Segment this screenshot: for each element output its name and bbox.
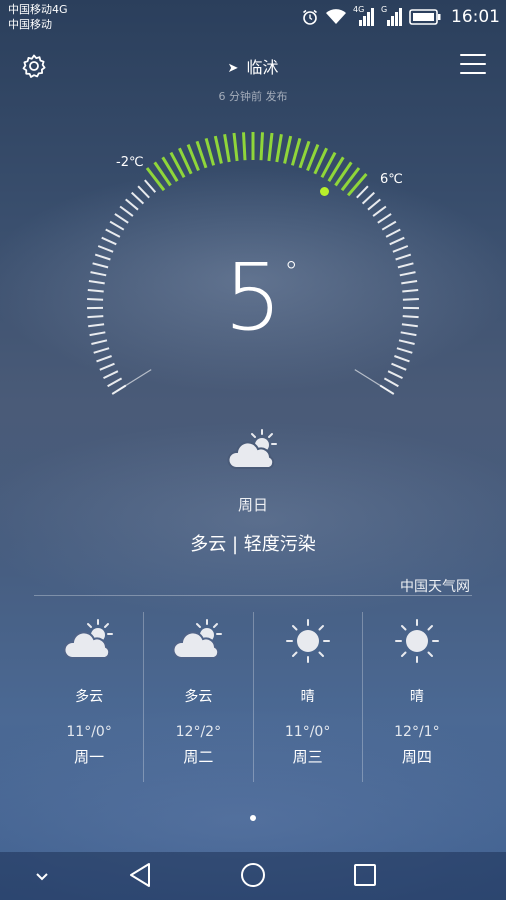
page-indicator [250, 815, 256, 821]
temperature-value: 5 [223, 244, 283, 351]
wifi-icon [326, 9, 346, 24]
dial-tick [377, 213, 392, 224]
dial-tick [387, 370, 403, 380]
dial-end-mark [354, 369, 390, 392]
location-name: 临沭 [246, 58, 279, 77]
carrier-line-2: 中国移动 [8, 18, 52, 31]
forecast-range: 11°/0° [66, 724, 112, 740]
temp-max-label: 6℃ [380, 172, 403, 187]
battery-icon [409, 9, 441, 25]
dial-tick [381, 220, 397, 231]
dial-tick-range [283, 135, 293, 164]
dial-tick [137, 185, 150, 199]
forecast-day[interactable]: 多云 11°/0° 周一 [35, 612, 143, 782]
dial-tick [367, 198, 381, 211]
dial-tick [107, 377, 123, 388]
partly-cloudy-icon [172, 619, 223, 659]
dial-tick-range [204, 137, 216, 166]
dial-tick [101, 236, 117, 246]
dial-tick [131, 191, 145, 205]
current-temp-dot [320, 187, 329, 196]
divider [34, 595, 472, 596]
signal-sim1-icon: 4G [353, 5, 375, 26]
dial-tick-range [267, 132, 274, 162]
dial-tick-range [306, 144, 320, 172]
status-bar: 中国移动4G 中国移动 4G G 16:01 [0, 0, 506, 36]
dial-tick [372, 205, 387, 217]
dial-tick [125, 198, 139, 211]
clock: 16:01 [451, 7, 500, 27]
forecast-day[interactable]: 晴 12°/1° 周四 [361, 612, 471, 782]
forecast-condition: 晴 [300, 689, 315, 705]
dial-tick [114, 213, 129, 224]
current-day: 周日 [237, 496, 268, 514]
location-header[interactable]: ➤ 临沭 [0, 54, 506, 78]
recent-apps-icon[interactable] [350, 860, 380, 890]
dial-tick-range [195, 140, 208, 169]
alarm-icon [303, 9, 317, 25]
forecast-day-name: 周三 [292, 748, 323, 766]
dial-tick-range [275, 134, 283, 163]
forecast-condition: 多云 [184, 689, 213, 705]
back-icon[interactable] [126, 860, 156, 890]
dial-tick [105, 228, 121, 238]
forecast-condition: 多云 [75, 689, 104, 705]
carrier-line-1: 中国移动4G [8, 3, 68, 16]
forecast-row: 多云 11°/0° 周一 多云 12°/2° 周二 晴 11°/0° 周三 晴 … [35, 612, 471, 782]
chevron-down-icon[interactable] [30, 864, 54, 888]
current-condition: 多云 | 轻度污染 [190, 534, 316, 555]
dial-tick [389, 236, 405, 246]
temp-min-label: -2℃ [116, 155, 144, 170]
dial-tick [103, 370, 119, 380]
dial-end-mark [116, 369, 152, 392]
partly-cloudy-icon [63, 619, 114, 659]
forecast-range: 12°/2° [175, 724, 222, 740]
forecast-day-name: 周一 [74, 748, 105, 766]
dial-tick [144, 179, 157, 193]
dial-tick-range [242, 132, 247, 161]
dial-tick [356, 185, 369, 199]
home-icon[interactable] [238, 860, 268, 890]
dial-tick-range [213, 135, 223, 164]
dial-tick-range [223, 134, 231, 163]
forecast-day[interactable]: 晴 11°/0° 周三 [252, 612, 362, 782]
degree-symbol: ° [284, 255, 299, 288]
forecast-day[interactable]: 多云 12°/2° 周二 [143, 612, 252, 782]
publish-time: 6 分钟前 发布 [218, 90, 288, 103]
forecast-range: 11°/0° [284, 724, 331, 740]
status-icons: 4G G 16:01 [301, 5, 500, 28]
forecast-day-name: 周二 [183, 748, 214, 766]
dial-tick [119, 205, 134, 217]
signal-sim2-icon: G [381, 5, 403, 26]
forecast-condition: 晴 [409, 689, 424, 705]
dial-tick-range [232, 132, 239, 162]
dial-tick-range [298, 140, 311, 169]
partly-cloudy-icon [227, 429, 277, 469]
dial-tick [383, 377, 399, 388]
dial-tick-range [186, 144, 200, 172]
sunny-icon [394, 619, 439, 663]
dial-tick [109, 220, 125, 231]
dial-tick-range [259, 132, 264, 161]
dial-tick [385, 228, 401, 238]
menu-icon[interactable] [460, 54, 486, 76]
data-source[interactable]: 中国天气网 [400, 576, 470, 596]
dial-tick [361, 191, 375, 205]
current-temperature: 5° [0, 248, 506, 370]
forecast-range: 12°/1° [394, 724, 440, 740]
location-arrow-icon: ➤ [227, 61, 239, 76]
sunny-icon [285, 619, 330, 663]
forecast-day-name: 周四 [401, 748, 432, 766]
dial-tick-range [290, 137, 302, 166]
